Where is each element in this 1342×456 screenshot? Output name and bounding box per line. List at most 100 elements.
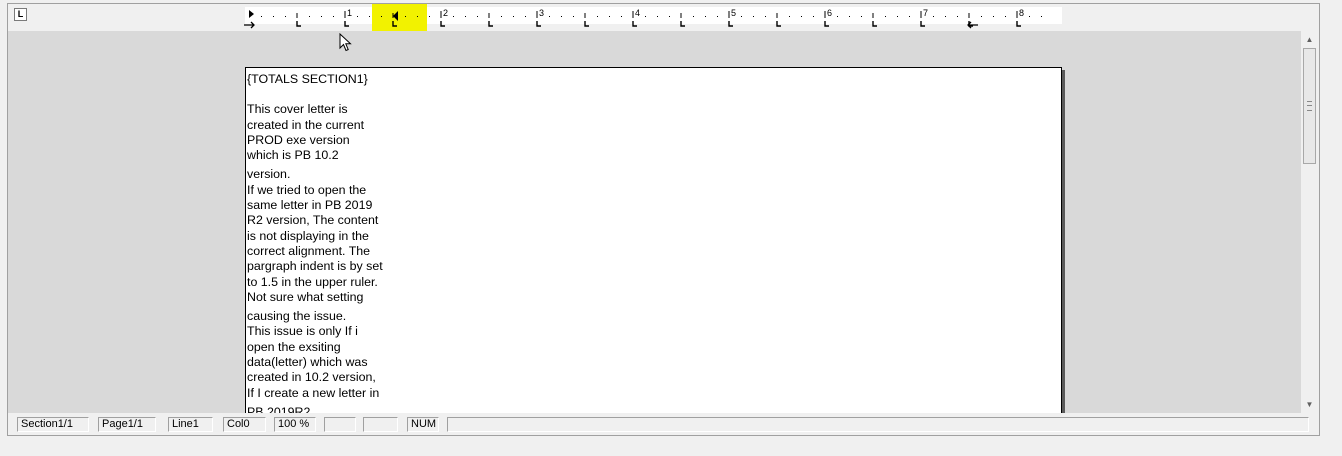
status-line-text: Line1 — [172, 418, 199, 430]
document-line[interactable]: open the exsiting — [247, 340, 397, 355]
ruler-dot — [717, 16, 718, 17]
document-line[interactable]: If we tried to open the — [247, 183, 397, 198]
ruler-dot — [753, 16, 754, 17]
ruler-number: 1 — [347, 8, 352, 18]
ruler-dot — [897, 16, 898, 17]
ruler-dot — [501, 16, 502, 17]
document-line[interactable]: {TOTALS SECTION1} — [247, 72, 397, 87]
ruler-dot — [597, 16, 598, 17]
document-line[interactable] — [247, 87, 397, 102]
ruler-dot — [1005, 16, 1006, 17]
scroll-up-arrow-icon[interactable]: ▲ — [1301, 31, 1318, 48]
vertical-scroll-thumb[interactable] — [1303, 48, 1316, 164]
document-page[interactable]: {TOTALS SECTION1} This cover letter is cre… — [245, 67, 1062, 413]
document-line[interactable]: pargraph indent is by set — [247, 259, 397, 274]
document-line[interactable]: created in 10.2 version, — [247, 370, 397, 385]
scroll-grip-icon — [1307, 101, 1312, 111]
ruler-dot — [309, 16, 310, 17]
ruler-dot — [789, 16, 790, 17]
ruler-dot — [573, 16, 574, 17]
document-line[interactable]: causing the issue. — [247, 309, 397, 324]
ruler-dot — [369, 16, 370, 17]
status-page-text: Page1/1 — [102, 418, 143, 430]
document-line[interactable]: This cover letter is — [247, 102, 397, 117]
ruler-dot — [741, 16, 742, 17]
ruler-dot — [261, 16, 262, 17]
ruler-dot — [945, 16, 946, 17]
document-line[interactable]: is not displaying in the — [247, 229, 397, 244]
ruler-dot — [429, 16, 430, 17]
ruler-dot — [477, 16, 478, 17]
status-column-text: Col0 — [227, 418, 250, 430]
scroll-down-arrow-icon[interactable]: ▼ — [1301, 396, 1318, 413]
document-line[interactable]: created in the current — [247, 118, 397, 133]
ruler-number: 3 — [539, 8, 544, 18]
ruler-number: 6 — [827, 8, 832, 18]
ruler-dot — [993, 16, 994, 17]
ruler-dot — [669, 16, 670, 17]
ruler-dot — [525, 16, 526, 17]
document-line[interactable]: version. — [247, 167, 397, 182]
ruler-dot — [417, 16, 418, 17]
document-line[interactable]: PB 2019R2 — [247, 405, 397, 413]
ruler-dot — [657, 16, 658, 17]
paragraph-indent-highlight — [372, 4, 427, 31]
status-pane-blank-1 — [324, 417, 356, 432]
status-num-lock-text: NUM — [411, 418, 437, 430]
ruler-dot — [621, 16, 622, 17]
ruler-dot — [381, 16, 382, 17]
ruler-dot — [561, 16, 562, 17]
ruler-dot — [705, 16, 706, 17]
ruler-number: 2 — [443, 8, 448, 18]
status-section: Section1/1 — [17, 417, 89, 432]
document-line[interactable]: data(letter) which was — [247, 355, 397, 370]
ruler-dot — [645, 16, 646, 17]
ruler-dot — [909, 16, 910, 17]
document-line[interactable]: PROD exe version — [247, 133, 397, 148]
ruler-dot — [957, 16, 958, 17]
document-workspace[interactable]: {TOTALS SECTION1} This cover letter is cre… — [8, 31, 1301, 413]
ruler-dot — [405, 16, 406, 17]
document-line[interactable]: to 1.5 in the upper ruler. — [247, 275, 397, 290]
ruler-dot — [849, 16, 850, 17]
mouse-pointer-icon — [339, 33, 352, 52]
document-line[interactable]: Not sure what setting — [247, 290, 397, 305]
status-page: Page1/1 — [98, 417, 156, 432]
ruler-bar: L 12345678 — [8, 4, 1319, 31]
document-line[interactable]: correct alignment. The — [247, 244, 397, 259]
ruler-dot — [285, 16, 286, 17]
status-section-text: Section1/1 — [21, 418, 73, 430]
horizontal-ruler[interactable]: 1 2 3 4 5 6 7 8 — [8, 4, 1319, 31]
ruler-dot — [885, 16, 886, 17]
document-line[interactable]: same letter in PB 2019 — [247, 198, 397, 213]
document-line[interactable]: which is PB 10.2 — [247, 148, 397, 163]
ruler-dot — [813, 16, 814, 17]
document-line[interactable]: If I create a new letter in — [247, 386, 397, 401]
ruler-number: 8 — [1019, 8, 1024, 18]
ruler-dot — [453, 16, 454, 17]
ruler-dot — [837, 16, 838, 17]
ruler-dot — [1041, 16, 1042, 17]
ruler-dot — [321, 16, 322, 17]
vertical-scrollbar[interactable]: ▲ ▼ — [1301, 31, 1318, 413]
status-line: Line1 — [168, 417, 213, 432]
ruler-dot — [933, 16, 934, 17]
ruler-dot — [333, 16, 334, 17]
status-message — [447, 417, 1309, 432]
ruler-dot — [801, 16, 802, 17]
status-zoom: 100 % — [274, 417, 316, 432]
ruler-dot — [1029, 16, 1030, 17]
status-pane-blank-2 — [363, 417, 398, 432]
ruler-number: 4 — [635, 8, 640, 18]
ruler-dot — [693, 16, 694, 17]
status-num-lock: NUM — [407, 417, 439, 432]
status-zoom-text: 100 % — [278, 418, 310, 430]
document-text[interactable]: {TOTALS SECTION1} This cover letter is cre… — [247, 72, 397, 413]
status-bar: Section1/1 Page1/1 Line1 Col0 100 % NUM — [8, 414, 1319, 435]
ruler-dot — [609, 16, 610, 17]
document-line[interactable]: R2 version, The content — [247, 213, 397, 228]
document-line[interactable]: This issue is only If i — [247, 324, 397, 339]
ruler-dot — [981, 16, 982, 17]
ruler-dot — [861, 16, 862, 17]
ruler-number: 5 — [731, 8, 736, 18]
